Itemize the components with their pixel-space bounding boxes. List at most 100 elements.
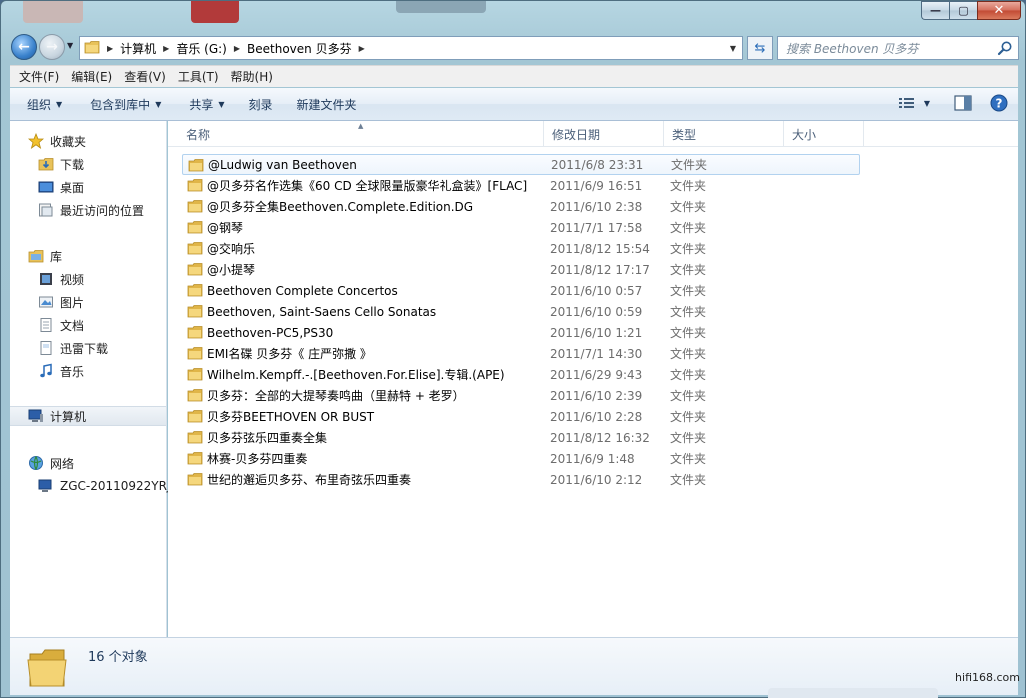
preview-pane-button[interactable] — [954, 95, 972, 111]
file-row[interactable]: Beethoven Complete Concertos 2011/6/10 0:… — [182, 280, 860, 301]
file-type: 文件夹 — [670, 200, 707, 214]
minimize-button[interactable]: — — [921, 1, 949, 20]
menu-tools[interactable]: 工具(T) — [172, 68, 225, 85]
refresh-button[interactable]: ⇆ — [747, 36, 773, 60]
file-row[interactable]: @钢琴 2011/7/1 17:58 文件夹 — [182, 217, 860, 238]
folder-icon — [84, 40, 100, 57]
folder-icon — [187, 262, 203, 279]
nav-documents[interactable]: 文档 — [38, 315, 84, 335]
nav-network[interactable]: 网络 — [28, 453, 74, 473]
folder-icon — [187, 178, 203, 195]
organize-button[interactable]: 组织 ▼ — [18, 96, 71, 113]
chevron-right-icon[interactable]: ▶ — [107, 44, 113, 53]
nav-xunlei-downloads[interactable]: 迅雷下载 — [38, 338, 108, 358]
file-row[interactable]: Beethoven-PC5,PS30 2011/6/10 1:21 文件夹 — [182, 322, 860, 343]
forward-arrow-icon: → — [46, 39, 58, 55]
search-icon[interactable] — [997, 40, 1013, 59]
view-controls: ▼ ? — [898, 94, 1008, 112]
nav-downloads[interactable]: 下载 — [38, 154, 84, 174]
back-button[interactable]: ← — [11, 34, 37, 60]
folder-icon — [187, 451, 203, 468]
file-row[interactable]: @贝多芬全集Beethoven.Complete.Edition.DG 2011/… — [182, 196, 860, 217]
file-row[interactable]: @贝多芬名作选集《60 CD 全球限量版豪华礼盒装》[FLAC] 2011/6/9… — [182, 175, 860, 196]
address-history-dropdown-icon[interactable]: ▼ — [724, 37, 742, 59]
file-row[interactable]: 林赛-贝多芬四重奏 2011/6/9 1:48 文件夹 — [182, 448, 860, 469]
library-icon — [28, 248, 44, 264]
nav-label: 库 — [50, 249, 63, 264]
title-bar[interactable]: — ▢ ✕ — [1, 1, 1026, 31]
file-modified-date: 2011/6/10 2:39 — [550, 388, 643, 403]
nav-label: 计算机 — [50, 409, 87, 424]
file-row[interactable]: 贝多芬：全部的大提琴奏鸣曲（里赫特 + 老罗） 2011/6/10 2:39 文件夹 — [182, 385, 860, 406]
details-pane: 16 个对象 — [10, 637, 1018, 695]
include-in-library-button[interactable]: 包含到库中 ▼ — [81, 96, 170, 113]
chevron-right-icon[interactable]: ▶ — [234, 44, 240, 53]
maximize-button[interactable]: ▢ — [949, 1, 977, 20]
file-row[interactable]: 贝多芬弦乐四重奏全集 2011/8/12 16:32 文件夹 — [182, 427, 860, 448]
file-row[interactable]: 贝多芬BEETHOVEN OR BUST 2011/6/10 2:28 文件夹 — [182, 406, 860, 427]
search-box[interactable]: 搜索 Beethoven 贝多芬 — [777, 36, 1019, 60]
nav-music[interactable]: 音乐 — [38, 361, 84, 381]
nav-recent-places[interactable]: 最近访问的位置 — [38, 200, 144, 220]
nav-pictures[interactable]: 图片 — [38, 292, 84, 312]
file-name: 世纪的邂逅贝多芬、布里奇弦乐四重奏 — [207, 473, 412, 487]
file-modified-date: 2011/7/1 14:30 — [550, 346, 643, 361]
menu-edit[interactable]: 编辑(E) — [65, 68, 118, 85]
nav-network-computer[interactable]: ZGC-20110922YRJ — [38, 476, 171, 496]
column-type-header[interactable]: 类型 — [664, 121, 784, 147]
file-type: 文件夹 — [670, 410, 707, 424]
view-options-button[interactable]: ▼ — [898, 96, 930, 110]
recent-pages-chevron-icon[interactable]: ▼ — [67, 41, 73, 50]
file-modified-date: 2011/8/12 15:54 — [550, 241, 650, 256]
burn-button[interactable]: 刻录 — [240, 96, 282, 113]
menu-view[interactable]: 查看(V) — [118, 68, 172, 85]
menu-file[interactable]: 文件(F) — [13, 68, 65, 85]
refresh-icon: ⇆ — [754, 40, 766, 56]
search-input[interactable]: 搜索 Beethoven 贝多芬 — [786, 40, 918, 57]
sort-ascending-icon: ▲ — [358, 122, 364, 130]
close-button[interactable]: ✕ — [977, 1, 1021, 20]
nav-libraries[interactable]: 库 — [28, 246, 62, 266]
breadcrumb-computer[interactable]: 计算机 — [120, 40, 156, 57]
file-row[interactable]: @Ludwig van Beethoven 2011/6/8 23:31 文件夹 — [182, 154, 860, 175]
taskbar-tray-fragment — [768, 688, 938, 698]
breadcrumb-beethoven[interactable]: Beethoven 贝多芬 — [247, 40, 352, 57]
breadcrumb-music-drive[interactable]: 音乐 (G:) — [176, 40, 227, 57]
share-button[interactable]: 共享 ▼ — [180, 96, 233, 113]
folder-icon — [187, 199, 203, 216]
breadcrumb: ▶ 计算机 ▶ 音乐 (G:) ▶ Beethoven 贝多芬 ▶ — [100, 40, 372, 57]
file-row[interactable]: @交响乐 2011/8/12 15:54 文件夹 — [182, 238, 860, 259]
chevron-right-icon[interactable]: ▶ — [359, 44, 365, 53]
nav-label: 音乐 — [60, 364, 85, 379]
file-row[interactable]: Wilhelm.Kempff.-.[Beethoven.For.Elise].专… — [182, 364, 860, 385]
file-row[interactable]: Beethoven, Saint-Saens Cello Sonatas 2011… — [182, 301, 860, 322]
nav-videos[interactable]: 视频 — [38, 269, 84, 289]
nav-desktop[interactable]: 桌面 — [38, 177, 84, 197]
desktop-icon — [38, 179, 54, 195]
menu-help[interactable]: 帮助(H) — [225, 68, 279, 85]
nav-computer[interactable]: 计算机 — [10, 406, 166, 426]
forward-button[interactable]: → — [39, 34, 65, 60]
background-art — [23, 1, 83, 23]
network-globe-icon — [28, 455, 44, 471]
file-row[interactable]: @小提琴 2011/8/12 17:17 文件夹 — [182, 259, 860, 280]
background-art — [396, 1, 486, 13]
nav-favorites[interactable]: 收藏夹 — [28, 131, 86, 151]
file-modified-date: 2011/7/1 17:58 — [550, 220, 643, 235]
folder-icon — [187, 388, 203, 405]
file-row[interactable]: EMI名碟 贝多芬《 庄严弥撒 》 2011/7/1 14:30 文件夹 — [182, 343, 860, 364]
file-name: 贝多芬：全部的大提琴奏鸣曲（里赫特 + 老罗） — [207, 389, 465, 403]
file-row[interactable]: 世纪的邂逅贝多芬、布里奇弦乐四重奏 2011/6/10 2:12 文件夹 — [182, 469, 860, 490]
nav-label: 最近访问的位置 — [60, 203, 145, 218]
navigation-pane: 收藏夹 下载 桌面 最近访问的位置 库 视频 图片 文档 迅雷下载 音乐 计算机… — [10, 121, 171, 637]
documents-icon — [38, 317, 54, 333]
help-button[interactable]: ? — [990, 94, 1008, 112]
chevron-right-icon[interactable]: ▶ — [163, 44, 169, 53]
file-name: 贝多芬BEETHOVEN OR BUST — [207, 410, 375, 424]
column-size-header[interactable]: 大小 — [784, 121, 864, 147]
file-modified-date: 2011/6/29 9:43 — [550, 367, 643, 382]
address-bar[interactable]: ▶ 计算机 ▶ 音乐 (G:) ▶ Beethoven 贝多芬 ▶ ▼ — [79, 36, 743, 60]
new-folder-button[interactable]: 新建文件夹 — [288, 96, 366, 113]
column-modified-header[interactable]: 修改日期 — [544, 121, 664, 147]
watermark: hifi168.com — [955, 671, 1020, 684]
